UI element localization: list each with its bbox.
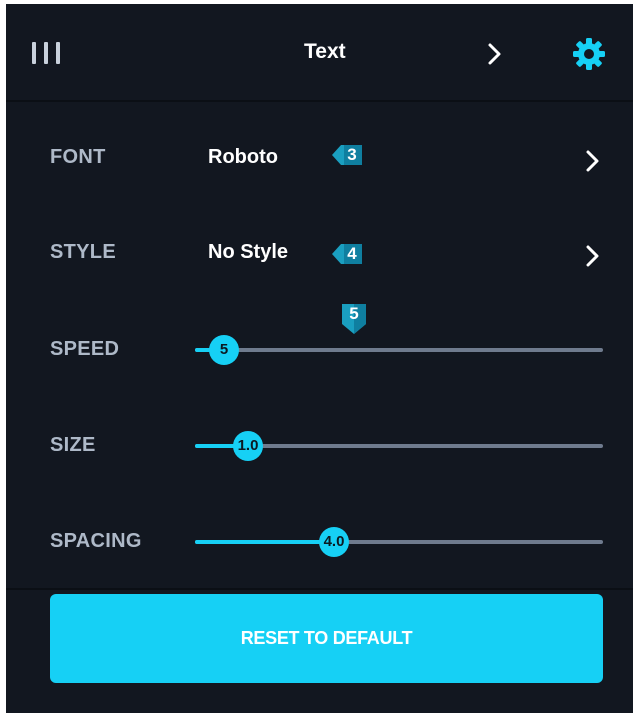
- style-chevron-icon[interactable]: [582, 244, 602, 268]
- spacing-label: SPACING: [50, 530, 142, 552]
- style-value: No Style: [208, 241, 289, 263]
- font-value: Roboto: [208, 146, 278, 168]
- style-callout-number: 4: [347, 244, 357, 263]
- speed-callout-number: 5: [349, 304, 359, 323]
- style-callout: 4: [332, 243, 362, 265]
- chevron-right-icon[interactable]: [482, 42, 506, 66]
- footer-divider: [6, 588, 633, 590]
- speed-slider-track: [195, 348, 603, 352]
- gear-icon[interactable]: [572, 37, 606, 71]
- header: Text: [6, 4, 633, 100]
- font-callout-number: 3: [347, 145, 357, 164]
- size-slider-thumb[interactable]: 1.0: [233, 431, 263, 461]
- font-label: FONT: [50, 146, 106, 168]
- style-label: STYLE: [50, 241, 116, 263]
- header-title: Text: [304, 40, 346, 63]
- size-slider[interactable]: 1.0: [195, 426, 603, 466]
- spacing-slider-fill: [195, 540, 334, 544]
- text-settings-panel: Text FONT Roboto 3 STYLE No Style 4 5 SP…: [6, 4, 633, 713]
- speed-label: SPEED: [50, 338, 120, 360]
- size-label: SIZE: [50, 434, 96, 456]
- header-divider: [6, 100, 633, 102]
- font-callout: 3: [332, 144, 362, 166]
- spacing-slider-thumb[interactable]: 4.0: [319, 527, 349, 557]
- speed-slider[interactable]: 5: [195, 330, 603, 370]
- spacing-slider[interactable]: 4.0: [195, 522, 603, 562]
- speed-slider-thumb[interactable]: 5: [209, 335, 239, 365]
- font-chevron-icon[interactable]: [582, 149, 602, 173]
- reset-to-default-button[interactable]: RESET TO DEFAULT: [50, 594, 603, 683]
- menu-bars-icon[interactable]: [30, 40, 64, 66]
